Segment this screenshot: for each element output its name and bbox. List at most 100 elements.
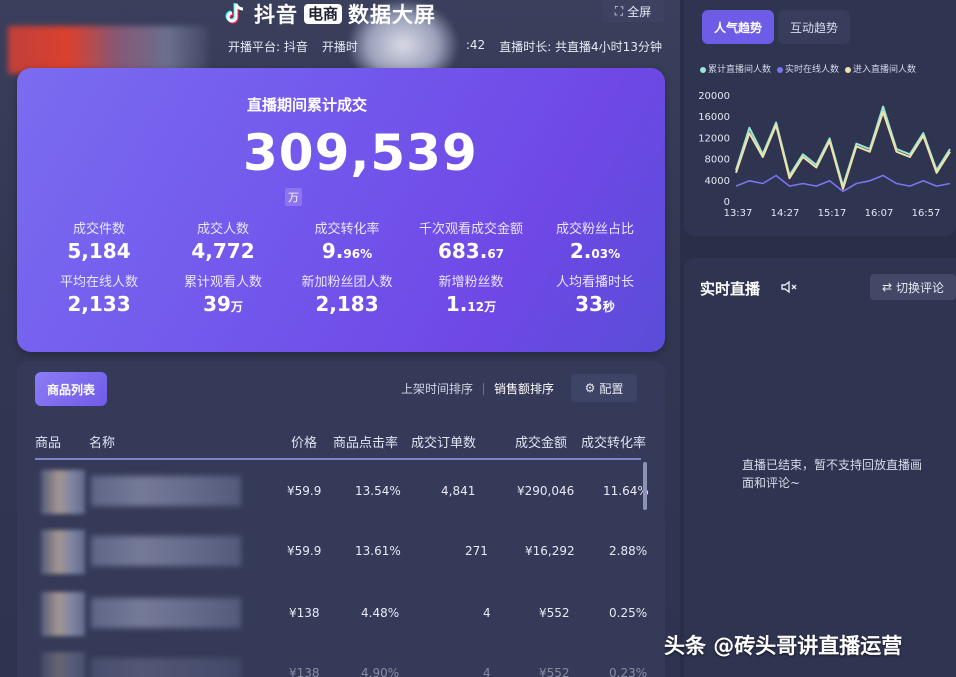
kpi-main-unit: 万: [285, 188, 302, 206]
speaker-muted-icon[interactable]: [780, 278, 798, 296]
product-title-blurred: [91, 476, 241, 506]
sort-by-sales[interactable]: 销售额排序: [494, 380, 554, 397]
x-tick-label: 15:17: [818, 208, 847, 219]
kpi-item-label: 累计观看人数: [183, 275, 262, 290]
legend-dot: [700, 66, 706, 73]
legend-dot: [845, 66, 852, 73]
legend-dot: [777, 66, 784, 73]
legend-item[interactable]: 累计直播间人数: [700, 62, 771, 75]
table-row[interactable]: ¥59.9 13.54% 4,841 ¥290,046 11.64%: [35, 462, 649, 522]
config-button[interactable]: ⚙ 配置: [571, 374, 637, 402]
table-header-divider: [35, 458, 641, 460]
cell-cvr: 0.23%: [609, 666, 648, 677]
cell-amount: ¥16,292: [525, 544, 575, 558]
col-product: 商品: [35, 436, 62, 451]
kpi-item-value: 9.96%: [321, 239, 373, 263]
kpi-item: 成交转化率 9.96%: [285, 218, 409, 263]
kpi-item-label: 平均在线人数: [59, 275, 138, 290]
brand: 抖音 电商 数据大屏: [222, 0, 436, 28]
watermark: 头条 @砖头哥讲直播运营: [664, 634, 903, 658]
cell-orders: 271: [465, 544, 488, 558]
kpi-item-label: 成交粉丝占比: [555, 222, 634, 237]
cell-orders: 4: [483, 606, 491, 620]
cell-ctr: 4.48%: [361, 606, 400, 620]
trend-panel: 人气趋势 互动趋势 累计直播间人数 实时在线人数 进入直播间人数 20000 16…: [684, 0, 956, 236]
kpi-grid: 成交件数 5,184 成交人数 4,772 成交转化率 9.96% 千次观看成交金额 6…: [37, 218, 657, 316]
col-amount: 成交金额: [515, 436, 568, 451]
kpi-item-label: 新增粉丝数: [438, 275, 504, 290]
cell-ctr: 13.61%: [355, 544, 401, 558]
legend-item[interactable]: 进入直播间人数: [845, 62, 916, 75]
cell-cvr: 0.25%: [609, 606, 648, 620]
cell-cvr: 2.88%: [609, 544, 648, 558]
kpi-item-value: 1.12万: [445, 292, 497, 316]
brand-tag: 电商: [304, 4, 343, 24]
page-title: 数据大屏: [348, 3, 437, 27]
kpi-item-value: 5,184: [67, 239, 131, 263]
x-tick-label: 16:07: [865, 208, 894, 219]
y-tick-label: 8000: [705, 155, 730, 166]
switch-comments-button[interactable]: ⇄ 切换评论: [870, 274, 956, 300]
start-time-suffix: :42: [465, 38, 486, 52]
cell-amount: ¥552: [539, 606, 570, 620]
tab-popularity-trend[interactable]: 人气趋势: [702, 10, 775, 44]
table-row[interactable]: ¥138 4.90% 4 ¥552 0.23%: [35, 644, 647, 677]
y-tick-label: 20000: [698, 91, 730, 102]
product-thumbnail: [41, 592, 85, 636]
kpi-item-label: 成交件数: [72, 222, 125, 237]
cell-price: ¥138: [289, 666, 320, 677]
cell-cvr: 11.64%: [603, 484, 649, 498]
product-thumbnail: [41, 530, 85, 574]
col-cvr: 成交转化率: [581, 436, 647, 451]
kpi-item-value: 2,133: [67, 292, 131, 316]
col-price: 价格: [291, 436, 318, 451]
col-name: 名称: [89, 436, 116, 451]
kpi-item: 人均看播时长 33秒: [533, 271, 657, 316]
y-tick-label: 4000: [705, 176, 730, 187]
duration-text: 直播时长: 共直播4小时13分钟: [499, 40, 662, 54]
cell-amount: ¥552: [539, 666, 570, 677]
cell-price: ¥59.9: [287, 544, 322, 558]
kpi-item: 新加粉丝团人数 2,183: [285, 271, 409, 316]
cell-ctr: 4.90%: [361, 666, 400, 677]
trend-tabs: 人气趋势 互动趋势: [702, 10, 851, 44]
kpi-item: 新增粉丝数 1.12万: [409, 271, 533, 316]
kpi-item-label: 人均看播时长: [555, 275, 634, 290]
trend-chart: 20000 16000 12000 8000 4000 013:37 14:27 15:17 1…: [698, 91, 951, 219]
x-tick-label: 13:37: [724, 208, 753, 219]
live-title: 实时直播: [700, 280, 761, 298]
kpi-item: 成交件数 5,184: [37, 218, 161, 263]
kpi-item-label: 千次观看成交金额: [418, 222, 523, 237]
kpi-item-value: 4,772: [191, 239, 255, 263]
brand-name: 抖音: [254, 3, 298, 27]
product-title-blurred: [91, 598, 241, 628]
kpi-item-value: 2,183: [315, 292, 379, 316]
platform-text: 开播平台: 抖音: [228, 40, 308, 54]
kpi-item: 成交粉丝占比 2.03%: [533, 218, 657, 263]
kpi-item-label: 成交转化率: [314, 222, 380, 237]
kpi-item: 平均在线人数 2,133: [37, 271, 161, 316]
cell-price: ¥59.9: [287, 484, 322, 498]
kpi-item-value: 2.03%: [569, 239, 621, 263]
x-tick-label: 14:27: [771, 208, 800, 219]
x-tick-label: 16:57: [912, 208, 941, 219]
sort-by-shelf-time[interactable]: 上架时间排序: [401, 380, 473, 397]
start-text: 开播时: [321, 40, 358, 54]
live-ended-message: 直播已结束，暂不支持回放直播画面和评论~: [742, 458, 923, 490]
swap-icon: ⇄: [881, 280, 893, 294]
cell-orders: 4: [483, 666, 491, 677]
tab-product-list[interactable]: 商品列表: [35, 372, 107, 406]
table-scrollbar[interactable]: [643, 462, 647, 510]
table-row[interactable]: ¥59.9 13.61% 271 ¥16,292 2.88%: [35, 522, 647, 582]
live-meta: 开播平台: 抖音 开播时 :42 直播时长: 共直播4小时13分钟: [228, 38, 662, 55]
kpi-item-value: 683.67: [437, 239, 505, 263]
kpi-item: 千次观看成交金额 683.67: [409, 218, 533, 263]
legend-item[interactable]: 实时在线人数: [777, 62, 839, 75]
fullscreen-icon: ⛶: [614, 3, 624, 18]
col-ctr: 商品点击率: [333, 436, 399, 451]
table-row[interactable]: ¥138 4.48% 4 ¥552 0.25%: [35, 584, 647, 644]
cell-ctr: 13.54%: [355, 484, 401, 498]
tab-interaction-trend[interactable]: 互动趋势: [778, 10, 851, 44]
fullscreen-button[interactable]: ⛶ 全屏: [602, 0, 664, 22]
switch-label: 切换评论: [896, 280, 945, 295]
